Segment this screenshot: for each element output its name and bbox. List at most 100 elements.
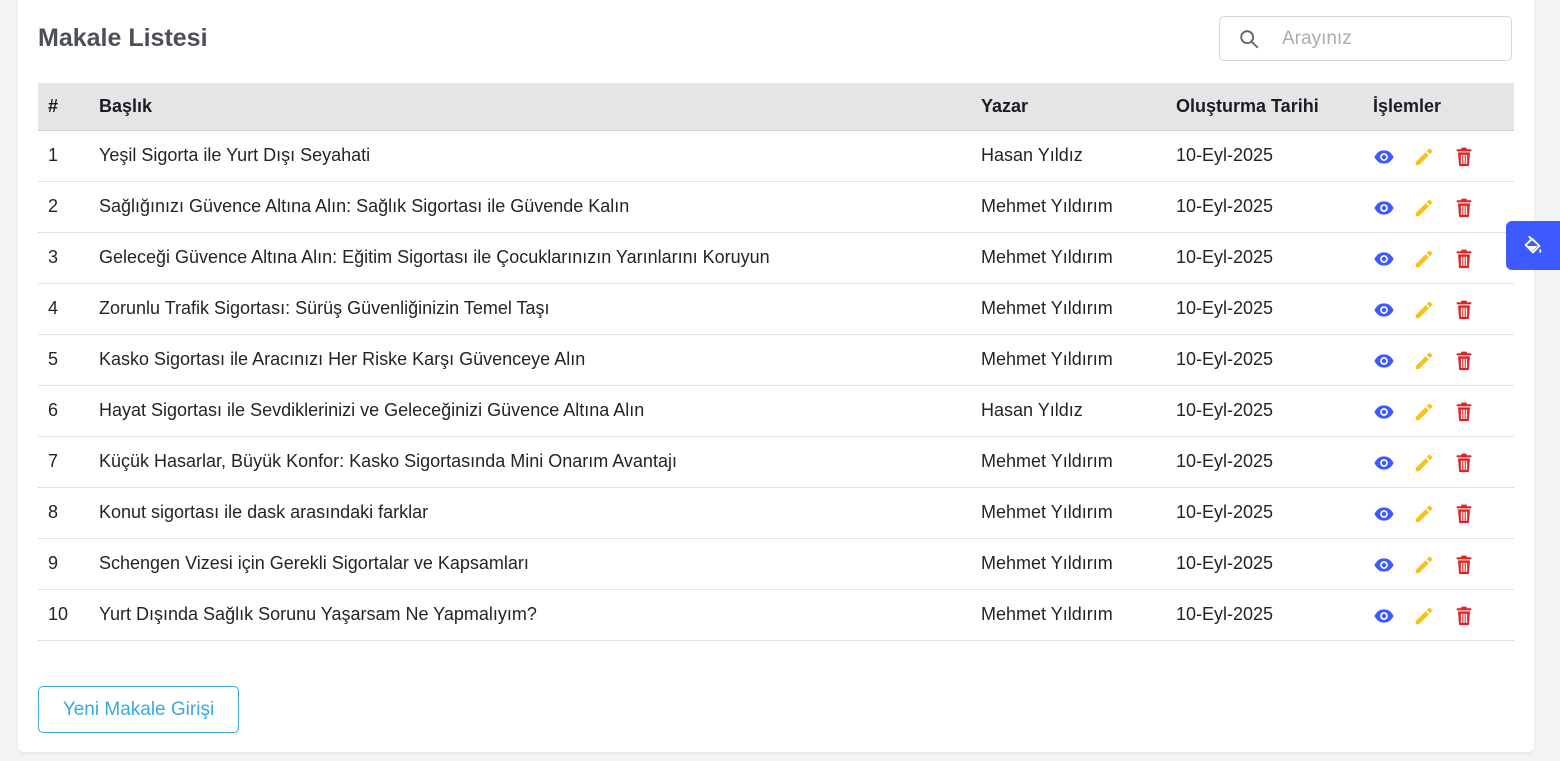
article-title: Sağlığınızı Güvence Altına Alın: Sağlık … xyxy=(99,196,630,216)
article-author: Mehmet Yıldırım xyxy=(981,196,1113,216)
article-title: Zorunlu Trafik Sigortası: Sürüş Güvenliğ… xyxy=(99,298,550,318)
row-actions xyxy=(1373,436,1514,487)
article-date: 10-Eyl-2025 xyxy=(1176,451,1274,471)
article-date: 10-Eyl-2025 xyxy=(1176,247,1274,267)
eye-icon[interactable] xyxy=(1373,452,1395,474)
article-author: Hasan Yıldız xyxy=(981,400,1083,420)
pencil-icon[interactable] xyxy=(1413,248,1435,270)
pencil-icon[interactable] xyxy=(1413,197,1435,219)
article-date: 10-Eyl-2025 xyxy=(1176,502,1274,522)
eye-icon[interactable] xyxy=(1373,146,1395,168)
row-number: 8 xyxy=(48,502,59,522)
table-row: 2 Sağlığınızı Güvence Altına Alın: Sağlık… xyxy=(38,181,1514,232)
row-actions xyxy=(1373,130,1514,181)
pencil-icon[interactable] xyxy=(1413,452,1435,474)
pencil-icon[interactable] xyxy=(1413,146,1435,168)
row-number: 9 xyxy=(48,553,59,573)
theme-customizer-button[interactable] xyxy=(1506,221,1560,270)
search-input[interactable] xyxy=(1280,23,1504,55)
pencil-icon[interactable] xyxy=(1413,299,1435,321)
article-title: Küçük Hasarlar, Büyük Konfor: Kasko Sigo… xyxy=(99,451,677,471)
row-actions xyxy=(1373,283,1514,334)
table-row: 10 Yurt Dışında Sağlık Sorunu Yaşarsam Ne… xyxy=(38,589,1514,640)
pencil-icon[interactable] xyxy=(1413,605,1435,627)
pencil-icon[interactable] xyxy=(1413,401,1435,423)
article-author: Hasan Yıldız xyxy=(981,145,1083,165)
table-row: 5 Kasko Sigortası ile Aracınızı Her Riske… xyxy=(38,334,1514,385)
row-number: 7 xyxy=(48,451,59,471)
row-actions xyxy=(1373,232,1514,283)
article-title: Yurt Dışında Sağlık Sorunu Yaşarsam Ne Y… xyxy=(99,604,537,624)
column-header-actions: İşlemler xyxy=(1373,83,1514,131)
table-row: 3 Geleceği Güvence Altına Alın: Eğitim Si… xyxy=(38,232,1514,283)
row-number: 5 xyxy=(48,349,59,369)
column-header-date[interactable]: Oluşturma Tarihi xyxy=(1176,83,1373,131)
column-header-author[interactable]: Yazar xyxy=(981,83,1176,131)
eye-icon[interactable] xyxy=(1373,350,1395,372)
page-title: Makale Listesi xyxy=(38,24,208,52)
trash-icon[interactable] xyxy=(1453,197,1475,219)
row-number: 10 xyxy=(48,604,69,624)
article-list-card: Makale Listesi # Başlık Yazar Oluşturma … xyxy=(18,0,1534,752)
article-author: Mehmet Yıldırım xyxy=(981,451,1113,471)
column-header-title[interactable]: Başlık xyxy=(99,83,981,131)
eye-icon[interactable] xyxy=(1373,299,1395,321)
row-actions xyxy=(1373,589,1514,640)
table-row: 1 Yeşil Sigorta ile Yurt Dışı Seyahati Has… xyxy=(38,130,1514,181)
trash-icon[interactable] xyxy=(1453,452,1475,474)
article-date: 10-Eyl-2025 xyxy=(1176,145,1274,165)
article-title: Kasko Sigortası ile Aracınızı Her Riske … xyxy=(99,349,586,369)
article-title: Geleceği Güvence Altına Alın: Eğitim Sig… xyxy=(99,247,770,267)
column-header-no[interactable]: # xyxy=(38,83,99,131)
trash-icon[interactable] xyxy=(1453,401,1475,423)
row-number: 4 xyxy=(48,298,59,318)
article-date: 10-Eyl-2025 xyxy=(1176,349,1274,369)
article-date: 10-Eyl-2025 xyxy=(1176,196,1274,216)
article-date: 10-Eyl-2025 xyxy=(1176,298,1274,318)
table-row: 9 Schengen Vizesi için Gerekli Sigortalar… xyxy=(38,538,1514,589)
row-actions xyxy=(1373,487,1514,538)
trash-icon[interactable] xyxy=(1453,554,1475,576)
row-number: 6 xyxy=(48,400,59,420)
article-title: Hayat Sigortası ile Sevdiklerinizi ve Ge… xyxy=(99,400,645,420)
table-row: 6 Hayat Sigortası ile Sevdiklerinizi ve G… xyxy=(38,385,1514,436)
row-actions xyxy=(1373,334,1514,385)
trash-icon[interactable] xyxy=(1453,350,1475,372)
article-author: Mehmet Yıldırım xyxy=(981,298,1113,318)
table-row: 7 Küçük Hasarlar, Büyük Konfor: Kasko Sig… xyxy=(38,436,1514,487)
eye-icon[interactable] xyxy=(1373,605,1395,627)
row-number: 3 xyxy=(48,247,59,267)
article-table: # Başlık Yazar Oluşturma Tarihi İşlemler… xyxy=(38,83,1514,641)
row-actions xyxy=(1373,385,1514,436)
trash-icon[interactable] xyxy=(1453,248,1475,270)
row-actions xyxy=(1373,538,1514,589)
paint-bucket-icon xyxy=(1524,235,1542,253)
article-author: Mehmet Yıldırım xyxy=(981,553,1113,573)
article-author: Mehmet Yıldırım xyxy=(981,502,1113,522)
pencil-icon[interactable] xyxy=(1413,350,1435,372)
eye-icon[interactable] xyxy=(1373,248,1395,270)
pencil-icon[interactable] xyxy=(1413,554,1435,576)
new-article-button[interactable]: Yeni Makale Girişi xyxy=(38,686,239,733)
article-title: Yeşil Sigorta ile Yurt Dışı Seyahati xyxy=(99,145,371,165)
article-author: Mehmet Yıldırım xyxy=(981,604,1113,624)
article-date: 10-Eyl-2025 xyxy=(1176,604,1274,624)
row-actions xyxy=(1373,181,1514,232)
article-title: Schengen Vizesi için Gerekli Sigortalar … xyxy=(99,553,529,573)
table-row: 4 Zorunlu Trafik Sigortası: Sürüş Güvenli… xyxy=(38,283,1514,334)
trash-icon[interactable] xyxy=(1453,146,1475,168)
eye-icon[interactable] xyxy=(1373,401,1395,423)
eye-icon[interactable] xyxy=(1373,197,1395,219)
article-title: Konut sigortası ile dask arasındaki fark… xyxy=(99,502,429,522)
trash-icon[interactable] xyxy=(1453,299,1475,321)
article-date: 10-Eyl-2025 xyxy=(1176,553,1274,573)
article-date: 10-Eyl-2025 xyxy=(1176,400,1274,420)
pencil-icon[interactable] xyxy=(1413,503,1435,525)
eye-icon[interactable] xyxy=(1373,554,1395,576)
article-author: Mehmet Yıldırım xyxy=(981,349,1113,369)
search-box[interactable] xyxy=(1219,16,1512,61)
trash-icon[interactable] xyxy=(1453,605,1475,627)
eye-icon[interactable] xyxy=(1373,503,1395,525)
trash-icon[interactable] xyxy=(1453,503,1475,525)
article-author: Mehmet Yıldırım xyxy=(981,247,1113,267)
